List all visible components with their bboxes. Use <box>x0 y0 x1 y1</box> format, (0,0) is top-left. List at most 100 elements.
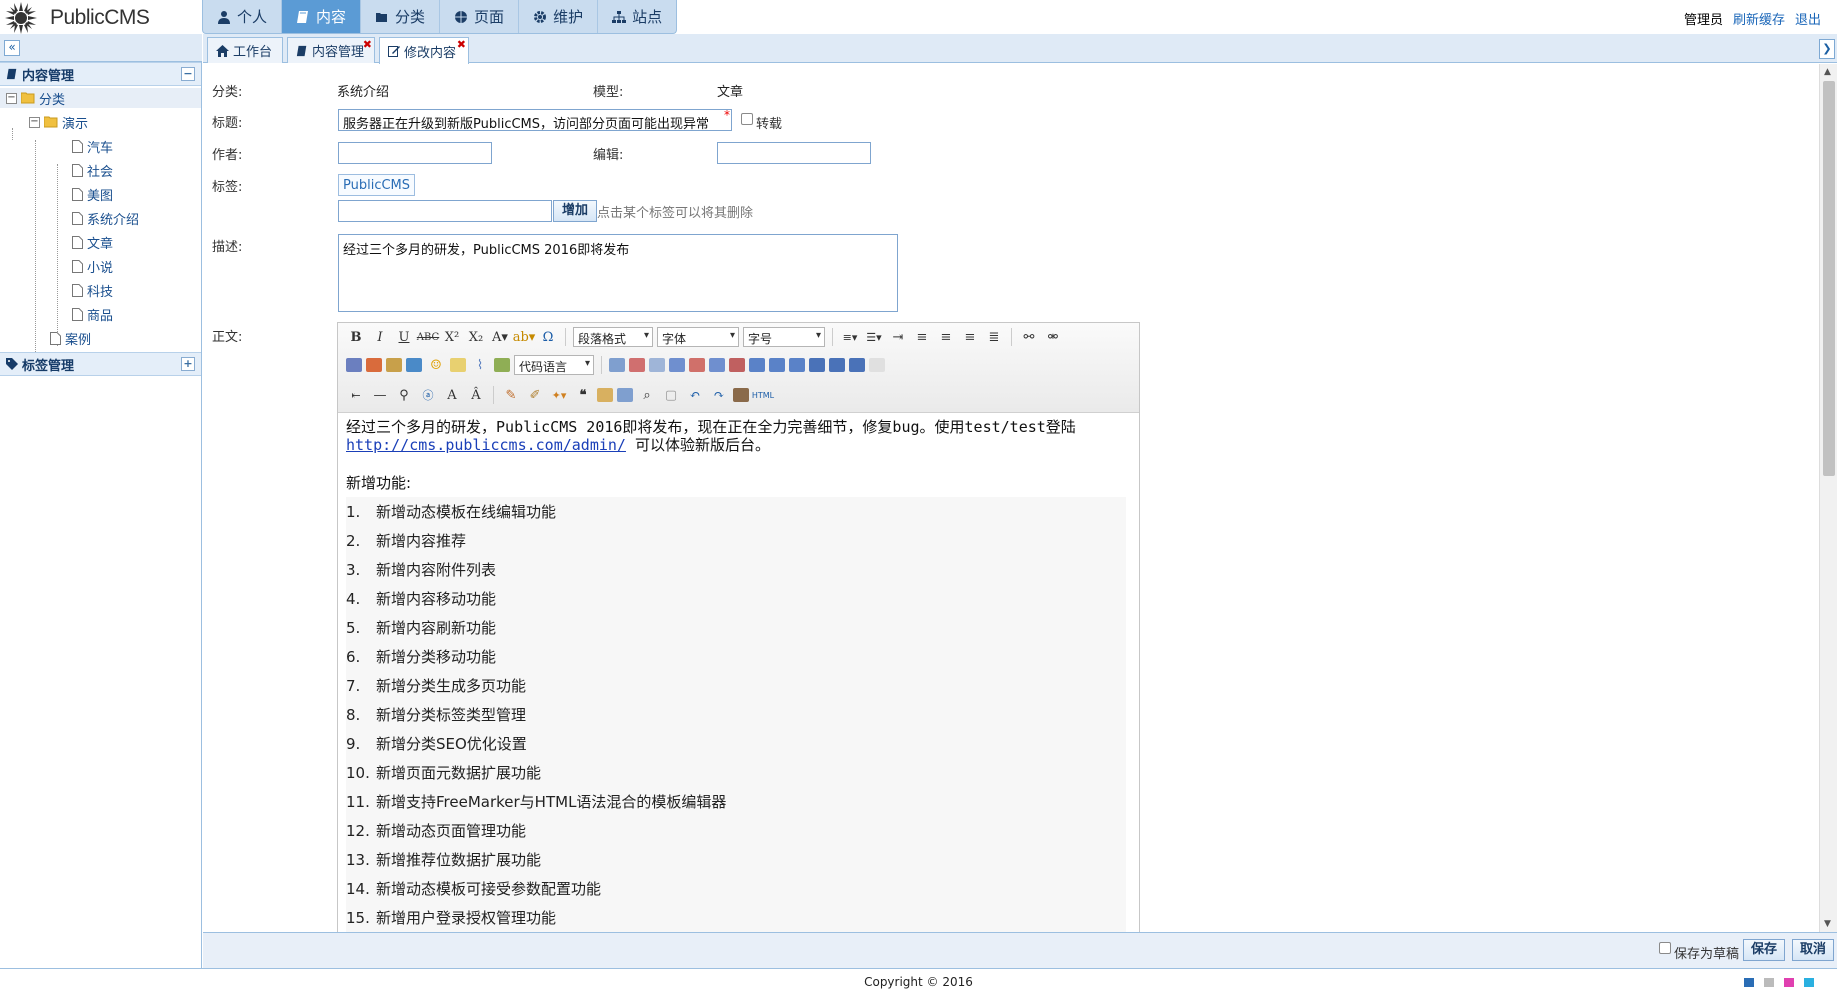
undo-icon[interactable]: ↶ <box>685 385 705 405</box>
split-rows-icon[interactable] <box>829 358 845 372</box>
indent-icon[interactable]: ⇥ <box>888 327 908 347</box>
unordered-list-icon[interactable]: ☰▾ <box>864 327 884 347</box>
paste-icon[interactable] <box>733 388 749 402</box>
page-scrollbar[interactable]: ▲ ▼ <box>1819 64 1837 932</box>
cancel-button[interactable]: 取消 <box>1792 939 1834 961</box>
tree-node-child[interactable]: 商品 <box>72 304 113 324</box>
delete-table-icon[interactable] <box>629 358 645 372</box>
search-replace-icon[interactable]: ⚲ <box>394 385 414 405</box>
nav-content[interactable]: 内容 <box>282 0 362 33</box>
paste-plain-icon[interactable] <box>597 388 613 402</box>
title-input[interactable]: 服务器正在升级到新版PublicCMS，访问部分页面可能出现异常 <box>338 109 732 131</box>
logout-link[interactable]: 退出 <box>1795 9 1821 28</box>
refresh-cache-link[interactable]: 刷新缓存 <box>1733 9 1785 28</box>
merge-right-icon[interactable] <box>769 358 785 372</box>
demo-admin-link[interactable]: http://cms.publiccms.com/admin/ <box>346 436 626 454</box>
split-cells-icon[interactable] <box>809 358 825 372</box>
expand-panel-button[interactable]: + <box>181 357 195 371</box>
nav-personal[interactable]: 个人 <box>203 0 283 33</box>
align-justify-icon[interactable]: ≣ <box>984 327 1004 347</box>
multi-image-icon[interactable] <box>386 358 402 372</box>
paragraph-format-select[interactable]: 段落格式 <box>573 327 653 347</box>
editor-content[interactable]: 经过三个多月的研发，PublicCMS 2016即将发布，现在正在全力完善细节，… <box>338 414 1139 933</box>
tab-workbench[interactable]: 工作台 <box>207 37 283 63</box>
subscript-icon[interactable]: X₂ <box>466 327 486 347</box>
tree-node-child[interactable]: 小说 <box>72 256 113 276</box>
nav-maintenance[interactable]: 维护 <box>519 0 599 33</box>
split-cols-icon[interactable] <box>849 358 865 372</box>
link-icon[interactable]: ⚯ <box>1019 327 1039 347</box>
tag-item[interactable]: PublicCMS <box>338 174 416 196</box>
font-color-icon[interactable]: A▾ <box>490 327 510 347</box>
scroll-down-icon[interactable]: ▼ <box>1824 919 1831 929</box>
merge-down-icon[interactable] <box>789 358 805 372</box>
redo-icon[interactable]: ↷ <box>709 385 729 405</box>
preview-icon[interactable]: ⌕ <box>637 385 657 405</box>
insert-table-icon[interactable] <box>609 358 625 372</box>
eraser-icon[interactable]: ✎ <box>501 385 521 405</box>
ordered-list-icon[interactable]: ≡▾ <box>840 327 860 347</box>
tree-node-demo[interactable]: − 演示 <box>29 112 88 132</box>
tag-input[interactable] <box>338 200 552 222</box>
tab-edit-content[interactable]: 修改内容 ✖ <box>379 37 469 64</box>
tree-node-child[interactable]: 汽车 <box>72 136 113 156</box>
tag-management-panel-header[interactable]: 标签管理 + <box>0 352 201 376</box>
format-brush-icon[interactable]: ✐ <box>525 385 545 405</box>
scrollbar-thumb[interactable] <box>1823 81 1835 476</box>
highlight-color-icon[interactable]: ab▾ <box>513 327 536 347</box>
author-input[interactable] <box>338 142 492 164</box>
code-language-select[interactable]: 代码语言 <box>514 355 594 375</box>
close-icon[interactable]: ✖ <box>363 38 372 51</box>
blockquote-icon[interactable]: ❝ <box>573 385 593 405</box>
page-break-icon[interactable] <box>346 358 362 372</box>
strikethrough-icon[interactable]: ABC <box>417 327 439 347</box>
editor-input[interactable] <box>717 142 871 164</box>
font-family-select[interactable]: 字体 <box>657 327 739 347</box>
logo[interactable]: PublicCMS <box>4 1 194 34</box>
superscript-icon[interactable]: X² <box>442 327 462 347</box>
nav-site[interactable]: 站点 <box>598 0 676 33</box>
print-icon[interactable]: ▢ <box>661 385 681 405</box>
theme-swatch-cyan[interactable] <box>1804 978 1814 987</box>
add-tag-button[interactable]: 增加 <box>553 200 597 222</box>
align-right-icon[interactable]: ≡ <box>960 327 980 347</box>
content-management-panel-header[interactable]: 内容管理 − <box>0 62 201 86</box>
special-char-icon[interactable]: Ω <box>538 327 558 347</box>
outdent-icon[interactable]: ⇤ <box>346 385 366 405</box>
auto-format-icon[interactable]: ✦▾ <box>549 385 569 405</box>
chart-icon[interactable] <box>869 358 885 372</box>
tab-content-management[interactable]: 内容管理 ✖ <box>287 37 375 63</box>
tree-node-child[interactable]: 科技 <box>72 280 113 300</box>
tree-node-case[interactable]: 案例 <box>50 328 91 348</box>
insert-col-icon[interactable] <box>709 358 725 372</box>
scroll-up-icon[interactable]: ▲ <box>1824 67 1831 77</box>
horizontal-rule-icon[interactable]: — <box>370 385 390 405</box>
underline-icon[interactable]: U <box>394 327 414 347</box>
insert-caption-icon[interactable] <box>649 358 665 372</box>
repost-checkbox[interactable] <box>741 113 753 125</box>
collapse-node-icon[interactable]: − <box>6 92 17 104</box>
nav-page[interactable]: 页面 <box>440 0 520 33</box>
save-button[interactable]: 保存 <box>1743 939 1785 961</box>
attachment-icon[interactable]: ⌇ <box>470 355 490 375</box>
image-icon[interactable] <box>366 358 382 372</box>
template-icon[interactable] <box>617 388 633 402</box>
close-icon[interactable]: ✖ <box>457 38 466 51</box>
collapse-node-icon[interactable]: − <box>29 116 40 128</box>
save-as-draft-checkbox[interactable] <box>1659 942 1671 954</box>
font-style-icon[interactable]: A <box>442 385 462 405</box>
video-icon[interactable] <box>406 358 422 372</box>
anchor-icon[interactable]: ⓐ <box>418 385 438 405</box>
italic-icon[interactable]: I <box>370 327 390 347</box>
scrawl-icon[interactable] <box>450 358 466 372</box>
description-textarea[interactable]: 经过三个多月的研发，PublicCMS 2016即将发布 <box>338 234 898 312</box>
insert-row-icon[interactable] <box>669 358 685 372</box>
delete-col-icon[interactable] <box>729 358 745 372</box>
merge-cells-icon[interactable] <box>749 358 765 372</box>
tree-node-child[interactable]: 文章 <box>72 232 113 252</box>
theme-swatch-pink[interactable] <box>1784 978 1794 987</box>
tree-node-root[interactable]: − 分类 <box>0 88 201 108</box>
align-center-icon[interactable]: ≡ <box>936 327 956 347</box>
theme-swatch-blue[interactable] <box>1744 978 1754 987</box>
tree-node-child[interactable]: 美图 <box>72 184 113 204</box>
